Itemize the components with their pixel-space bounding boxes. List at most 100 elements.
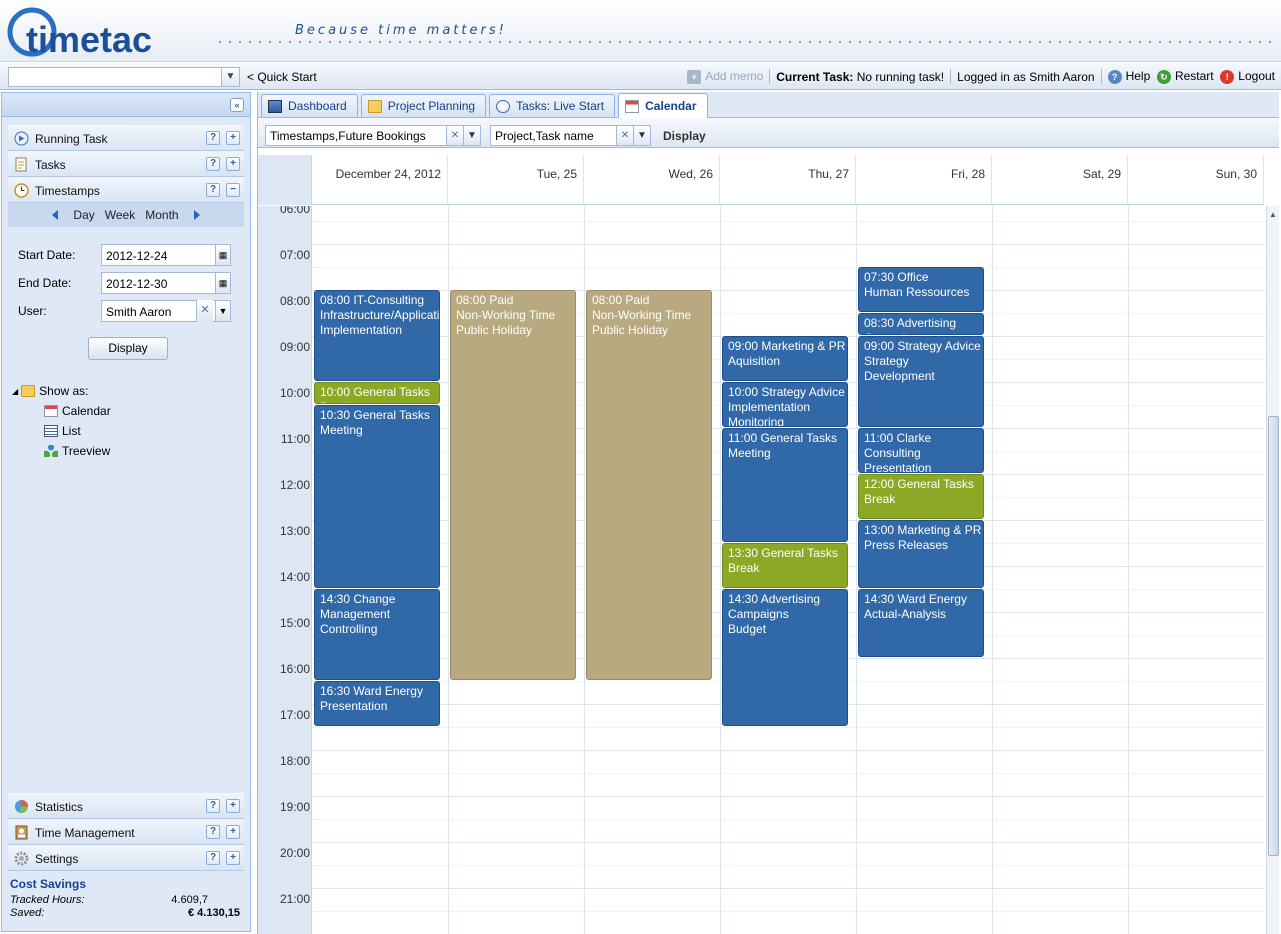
expand-icon[interactable]: + <box>226 131 240 145</box>
expand-icon[interactable]: + <box>226 157 240 171</box>
tree-item-label: List <box>62 424 81 438</box>
help-icon[interactable]: ? <box>206 157 220 171</box>
clear-icon[interactable]: ✕ <box>196 300 213 322</box>
calendar-event[interactable]: 12:00 General Tasks Break <box>858 474 984 519</box>
grouping-filter[interactable]: Project,Task name ✕ ▼ <box>490 125 651 146</box>
calendar-picker-icon[interactable]: ▦ <box>215 244 231 266</box>
quick-start-combo[interactable]: ▼ <box>8 67 240 87</box>
decorative-dots <box>215 40 1275 44</box>
half-hour-gridline <box>312 911 1264 912</box>
booking-type-filter[interactable]: Timestamps,Future Bookings ✕ ▼ <box>265 125 481 146</box>
day-header[interactable]: Wed, 26 <box>584 155 720 205</box>
calendar-event[interactable]: 11:00 General Tasks Meeting <box>722 428 848 542</box>
calendar-event[interactable]: 11:00 Clarke Consulting Presentation <box>858 428 984 473</box>
panel-settings[interactable]: Settings ? + <box>8 845 244 871</box>
view-week[interactable]: Week <box>105 208 135 222</box>
scroll-up-icon[interactable]: ▲ <box>1269 210 1277 219</box>
tree-item-calendar[interactable]: Calendar <box>12 401 111 421</box>
add-memo-button[interactable]: + Add memo <box>687 69 763 84</box>
expand-icon[interactable]: + <box>226 851 240 865</box>
calendar-event[interactable]: 14:30 Advertising Campaigns Budget <box>722 589 848 726</box>
calendar-event[interactable]: 10:00 General TasksBreak <box>314 382 440 404</box>
day-header[interactable]: Sat, 29 <box>992 155 1128 205</box>
collapse-icon[interactable]: − <box>226 183 240 197</box>
calendar-event[interactable]: 13:00 Marketing & PR Press Releases <box>858 520 984 588</box>
calendar-event[interactable]: 08:30 AdvertisingCampaigns <box>858 313 984 335</box>
calendar-scrollbar[interactable]: ▲ <box>1266 206 1279 934</box>
chevron-down-icon[interactable]: ▼ <box>633 126 650 145</box>
event-text-line: 14:30 Change <box>320 592 396 606</box>
collapse-sidebar-button[interactable]: « <box>230 98 244 112</box>
help-icon[interactable]: ? <box>206 183 220 197</box>
calendar-week-grid[interactable]: 06:00 07:00 08:00 09:00 10:00 11:00 12:00 13:00… <box>258 206 1264 934</box>
calendar-event[interactable]: 10:00 Strategy Advice Implementation Monit… <box>722 382 848 427</box>
event-text-line: 08:00 IT-Consulting <box>320 293 425 307</box>
half-hour-gridline <box>312 865 1264 866</box>
calendar-event[interactable]: 13:30 General Tasks Break <box>722 543 848 588</box>
day-header[interactable]: Sun, 30 <box>1128 155 1264 205</box>
tab-tasks-live-start[interactable]: Tasks: Live Start <box>489 94 616 117</box>
calendar-event[interactable]: 14:30 Change Management Controlling <box>314 589 440 680</box>
panel-running-task[interactable]: Running Task ? + <box>8 125 244 151</box>
clear-icon[interactable]: ✕ <box>446 126 463 145</box>
saved-label: Saved: <box>10 907 45 919</box>
tree-expand-icon[interactable]: ◢ <box>12 387 18 396</box>
user-field[interactable]: Smith Aaron ✕ ▼ <box>101 300 231 322</box>
memo-icon: + <box>687 69 702 84</box>
calendar-event[interactable]: 07:30 Office Human Ressources <box>858 267 984 312</box>
next-period-icon[interactable] <box>193 210 200 220</box>
day-header[interactable]: Fri, 28 <box>856 155 992 205</box>
scrollbar-thumb[interactable] <box>1268 416 1279 856</box>
restart-button[interactable]: ↻ Restart <box>1156 69 1214 84</box>
clear-icon[interactable]: ✕ <box>616 126 633 145</box>
tree-root[interactable]: ◢ Show as: <box>12 381 111 401</box>
event-text-line: Campaigns <box>728 607 789 621</box>
view-month[interactable]: Month <box>145 208 178 222</box>
display-button[interactable]: Display <box>88 337 168 360</box>
start-date-field[interactable]: 2012-12-24 ▦ <box>101 244 231 266</box>
panel-statistics[interactable]: Statistics ? + <box>8 793 244 819</box>
day-header[interactable]: Thu, 27 <box>720 155 856 205</box>
calendar-event[interactable]: 14:30 Ward Energy Actual-Analysis <box>858 589 984 657</box>
filter-display-button[interactable]: Display <box>663 129 706 143</box>
end-date-label: End Date: <box>18 276 72 290</box>
panel-time-management[interactable]: Time Management ? + <box>8 819 244 845</box>
tree-item-list[interactable]: List <box>12 421 111 441</box>
calendar-event[interactable]: 10:30 General Tasks Meeting <box>314 405 440 588</box>
quick-start-label[interactable]: < Quick Start <box>247 70 317 84</box>
help-icon[interactable]: ? <box>206 825 220 839</box>
help-button[interactable]: ? Help <box>1107 69 1150 84</box>
panel-tasks[interactable]: Tasks ? + <box>8 151 244 177</box>
calendar-event[interactable]: 16:30 Ward Energy Presentation <box>314 681 440 726</box>
end-date-field[interactable]: 2012-12-30 ▦ <box>101 272 231 294</box>
tab-dashboard[interactable]: Dashboard <box>261 94 358 117</box>
chevron-down-icon[interactable]: ▼ <box>463 126 480 145</box>
panel-timestamps[interactable]: Timestamps ? − <box>8 177 244 203</box>
help-icon[interactable]: ? <box>206 851 220 865</box>
tab-calendar[interactable]: Calendar <box>618 93 708 118</box>
tab-project-planning[interactable]: Project Planning <box>360 94 487 117</box>
day-header[interactable]: December 24, 2012 <box>312 155 448 205</box>
calendar-event[interactable]: 08:00 Paid Non-Working Time Public Holiday <box>586 290 712 680</box>
tree-item-treeview[interactable]: Treeview <box>12 441 111 461</box>
tab-bar: Dashboard Project Planning Tasks: Live S… <box>258 92 1279 118</box>
top-toolbar: ▼ < Quick Start + Add memo Current Task: … <box>0 63 1281 90</box>
expand-icon[interactable]: + <box>226 825 240 839</box>
calendar-event[interactable]: 08:00 IT-Consulting Infrastructure/Applic… <box>314 290 440 381</box>
calendar-event[interactable]: 08:00 Paid Non-Working Time Public Holiday <box>450 290 576 680</box>
prev-period-icon[interactable] <box>52 210 59 220</box>
view-day[interactable]: Day <box>73 208 94 222</box>
chevron-down-icon[interactable]: ▼ <box>221 68 239 86</box>
expand-icon[interactable]: + <box>226 799 240 813</box>
help-icon[interactable]: ? <box>206 799 220 813</box>
sidebar-header: « <box>2 93 250 117</box>
calendar-event[interactable]: 09:00 Marketing & PR Aquisition <box>722 336 848 381</box>
event-text-line: 12:00 General Tasks <box>864 477 974 491</box>
chevron-down-icon[interactable]: ▼ <box>215 300 231 322</box>
calendar-picker-icon[interactable]: ▦ <box>215 272 231 294</box>
help-icon[interactable]: ? <box>206 131 220 145</box>
event-text-line: Budget <box>728 622 767 636</box>
calendar-event[interactable]: 09:00 Strategy Advice Strategy Development <box>858 336 984 427</box>
logout-button[interactable]: ! Logout <box>1220 69 1275 84</box>
day-header[interactable]: Tue, 25 <box>448 155 584 205</box>
